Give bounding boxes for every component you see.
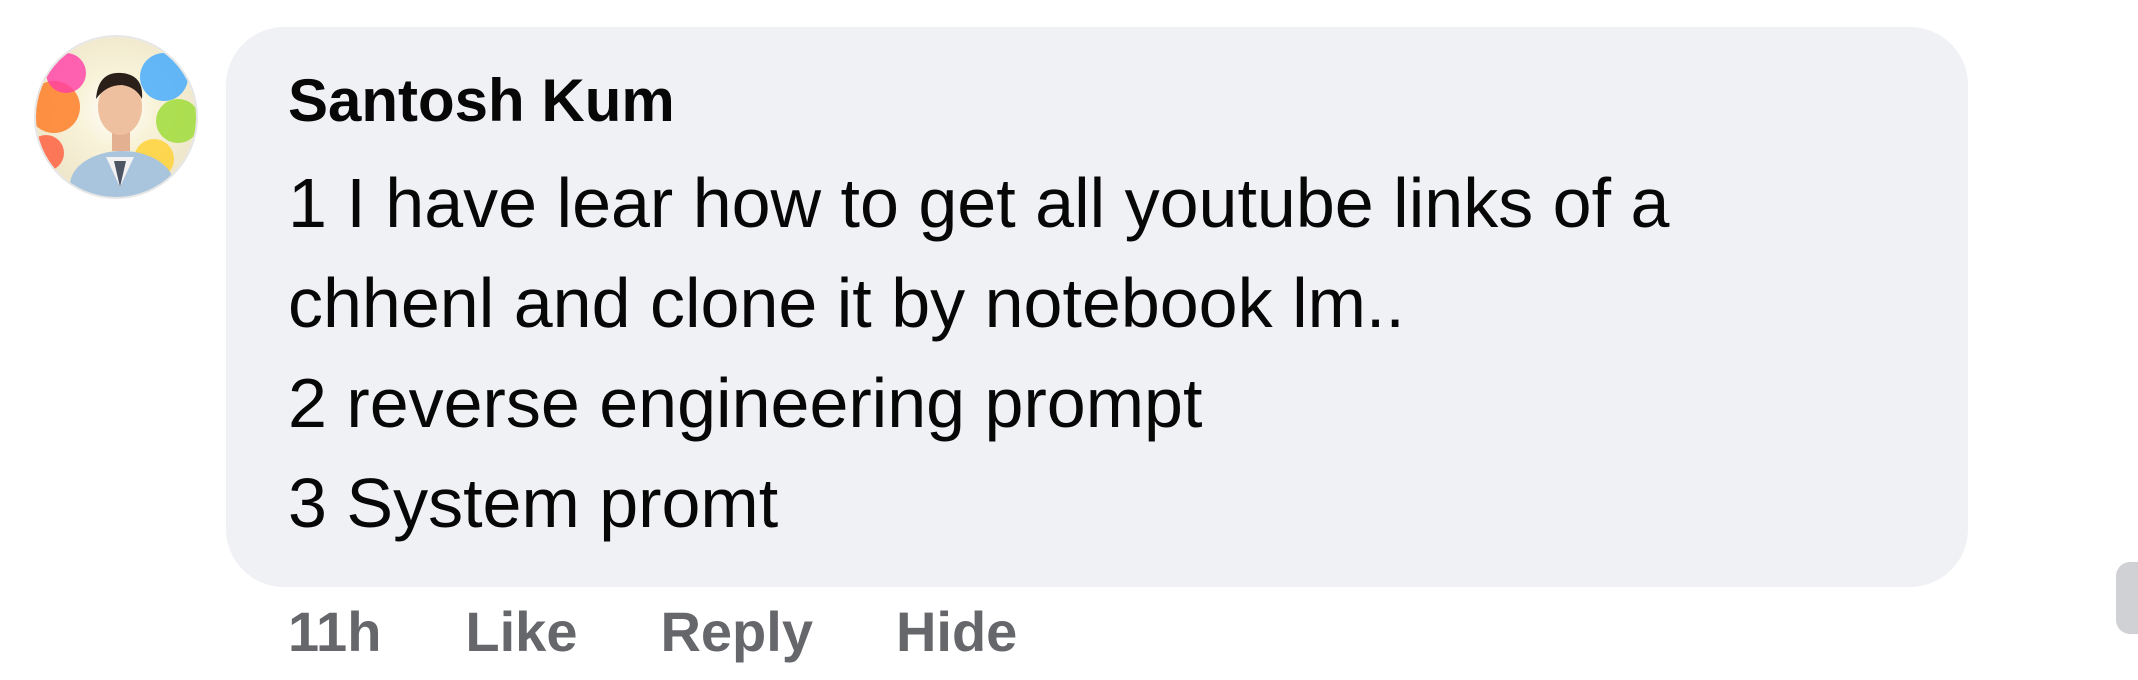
comment-author[interactable]: Santosh Kum	[288, 71, 1968, 143]
comment-bubble: Santosh Kum 1 I have lear how to get all…	[226, 27, 1968, 587]
avatar-image	[36, 37, 196, 197]
comment-line: chhenl and clone it by notebook lm..	[288, 264, 1405, 342]
like-button[interactable]: Like	[465, 604, 577, 660]
scrollbar-thumb[interactable]	[2116, 562, 2138, 634]
comment-timestamp[interactable]: 11h	[288, 604, 381, 660]
comment-line: 2 reverse engineering prompt	[288, 364, 1203, 442]
comment-line: 3 System promt	[288, 464, 779, 542]
comment-actions: 11h Like Reply Hide	[288, 602, 1100, 662]
comment-text: 1 I have lear how to get all youtube lin…	[288, 153, 1968, 553]
reply-button[interactable]: Reply	[660, 604, 813, 660]
comment-line: 1 I have lear how to get all youtube lin…	[288, 164, 1670, 242]
hide-button[interactable]: Hide	[896, 604, 1017, 660]
avatar[interactable]	[36, 37, 196, 197]
